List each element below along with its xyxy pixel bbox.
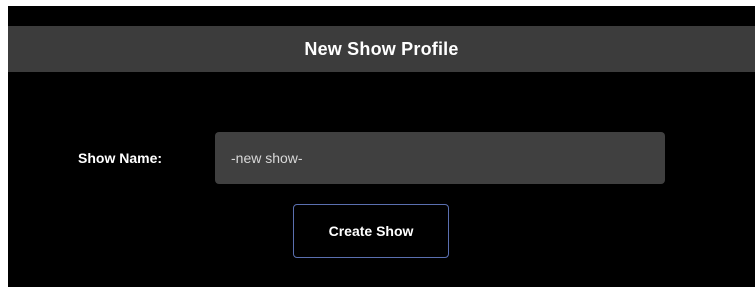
new-show-panel: New Show Profile Show Name: Create Show: [8, 6, 755, 287]
create-show-button[interactable]: Create Show: [293, 204, 449, 258]
panel-header: New Show Profile: [8, 26, 755, 72]
show-name-input[interactable]: [215, 132, 665, 184]
show-name-label: Show Name:: [78, 150, 163, 166]
panel-title: New Show Profile: [304, 38, 459, 59]
